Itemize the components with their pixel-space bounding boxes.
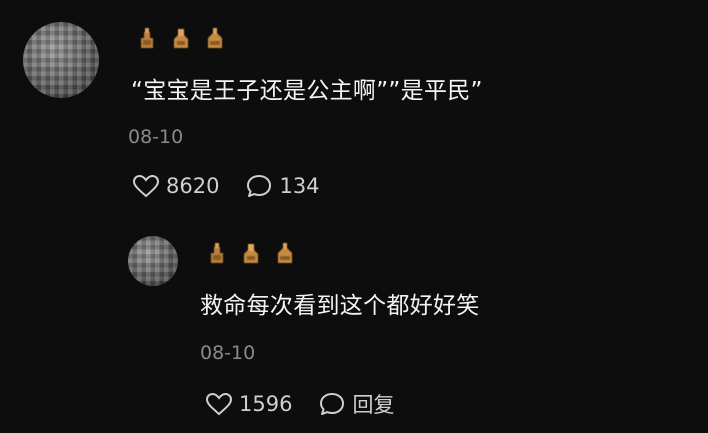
reply-actions: 1596 回复 <box>205 389 394 419</box>
badge-icon <box>275 241 295 265</box>
reply-button[interactable]: 134 <box>245 173 320 199</box>
comment-text: “宝宝是王子还是公主啊””是平民” <box>131 78 483 104</box>
reply-like-count: 1596 <box>239 392 293 416</box>
comment-actions: 8620 134 <box>132 173 320 199</box>
reply-avatar[interactable] <box>128 236 178 286</box>
reply-text: 救命每次看到这个都好好笑 <box>200 293 480 319</box>
user-badges <box>137 26 225 50</box>
reply-reply-button[interactable]: 回复 <box>318 389 394 419</box>
like-button[interactable]: 8620 <box>132 174 219 198</box>
badge-icon <box>207 241 227 265</box>
reply-label: 回复 <box>352 393 395 417</box>
reply-user-badges <box>207 241 295 265</box>
like-count: 8620 <box>166 174 220 198</box>
badge-icon <box>171 26 191 50</box>
reply-count: 134 <box>279 174 320 198</box>
badge-icon <box>137 26 157 50</box>
comment-bubble-icon <box>318 391 346 417</box>
badge-icon <box>205 26 225 50</box>
reply-date: 08-10 <box>200 342 256 364</box>
heart-icon <box>132 174 160 198</box>
badge-icon <box>241 241 261 265</box>
avatar[interactable] <box>23 22 99 98</box>
comment-bubble-icon <box>245 173 273 199</box>
heart-icon <box>205 392 233 416</box>
reply-like-button[interactable]: 1596 <box>205 392 292 416</box>
comment-date: 08-10 <box>128 126 184 148</box>
